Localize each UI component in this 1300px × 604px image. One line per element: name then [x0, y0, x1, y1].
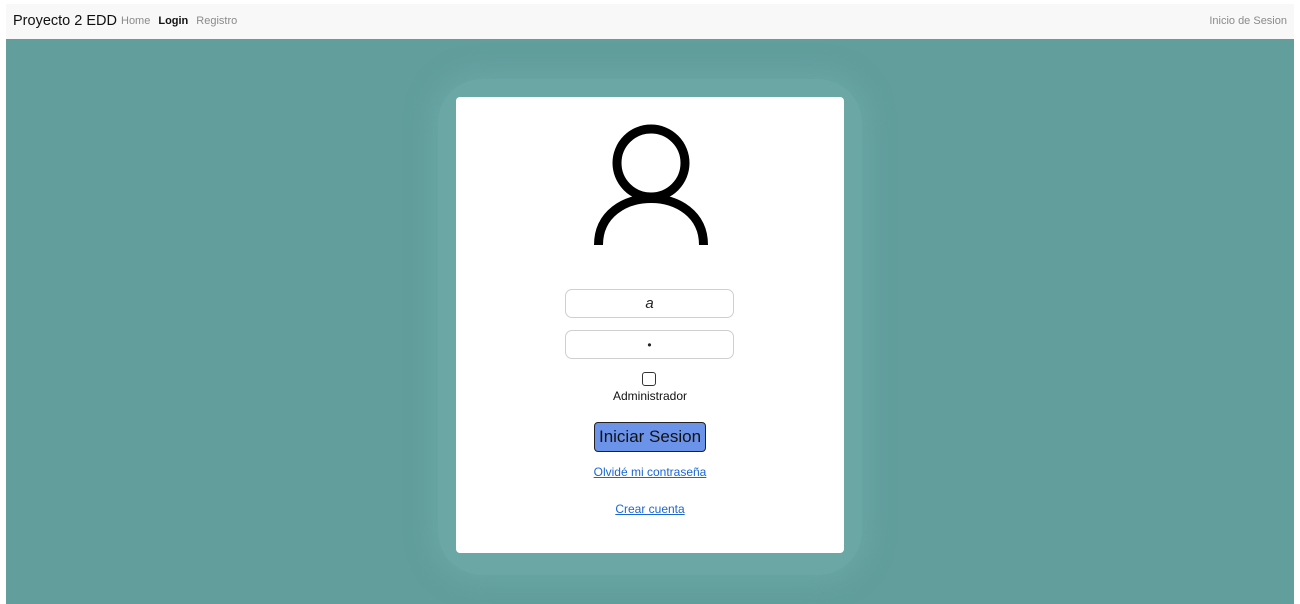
- password-input[interactable]: [565, 330, 734, 359]
- forgot-password-link[interactable]: Olvidé mi contraseña: [456, 465, 844, 479]
- main-area: Administrador Iniciar Sesion Olvidé mi c…: [6, 39, 1294, 604]
- login-card: Administrador Iniciar Sesion Olvidé mi c…: [456, 97, 844, 553]
- user-avatar-icon: [594, 124, 708, 246]
- nav-link-login[interactable]: Login: [158, 15, 188, 27]
- browser-page: Proyecto 2 EDD Home Login Registro Inici…: [6, 4, 1294, 604]
- navbar: Proyecto 2 EDD Home Login Registro Inici…: [6, 4, 1294, 39]
- admin-checkbox[interactable]: [642, 372, 656, 386]
- create-account-link[interactable]: Crear cuenta: [456, 502, 844, 516]
- nav-link-registro[interactable]: Registro: [196, 15, 237, 27]
- username-input[interactable]: [565, 289, 734, 318]
- nav-link-home[interactable]: Home: [121, 15, 150, 27]
- nav-link-inicio-sesion[interactable]: Inicio de Sesion: [1209, 15, 1287, 27]
- brand-link[interactable]: Proyecto 2 EDD: [13, 13, 117, 29]
- login-button[interactable]: Iniciar Sesion: [594, 422, 706, 452]
- admin-label: Administrador: [612, 389, 688, 403]
- nav-links: Home Login Registro: [121, 15, 245, 27]
